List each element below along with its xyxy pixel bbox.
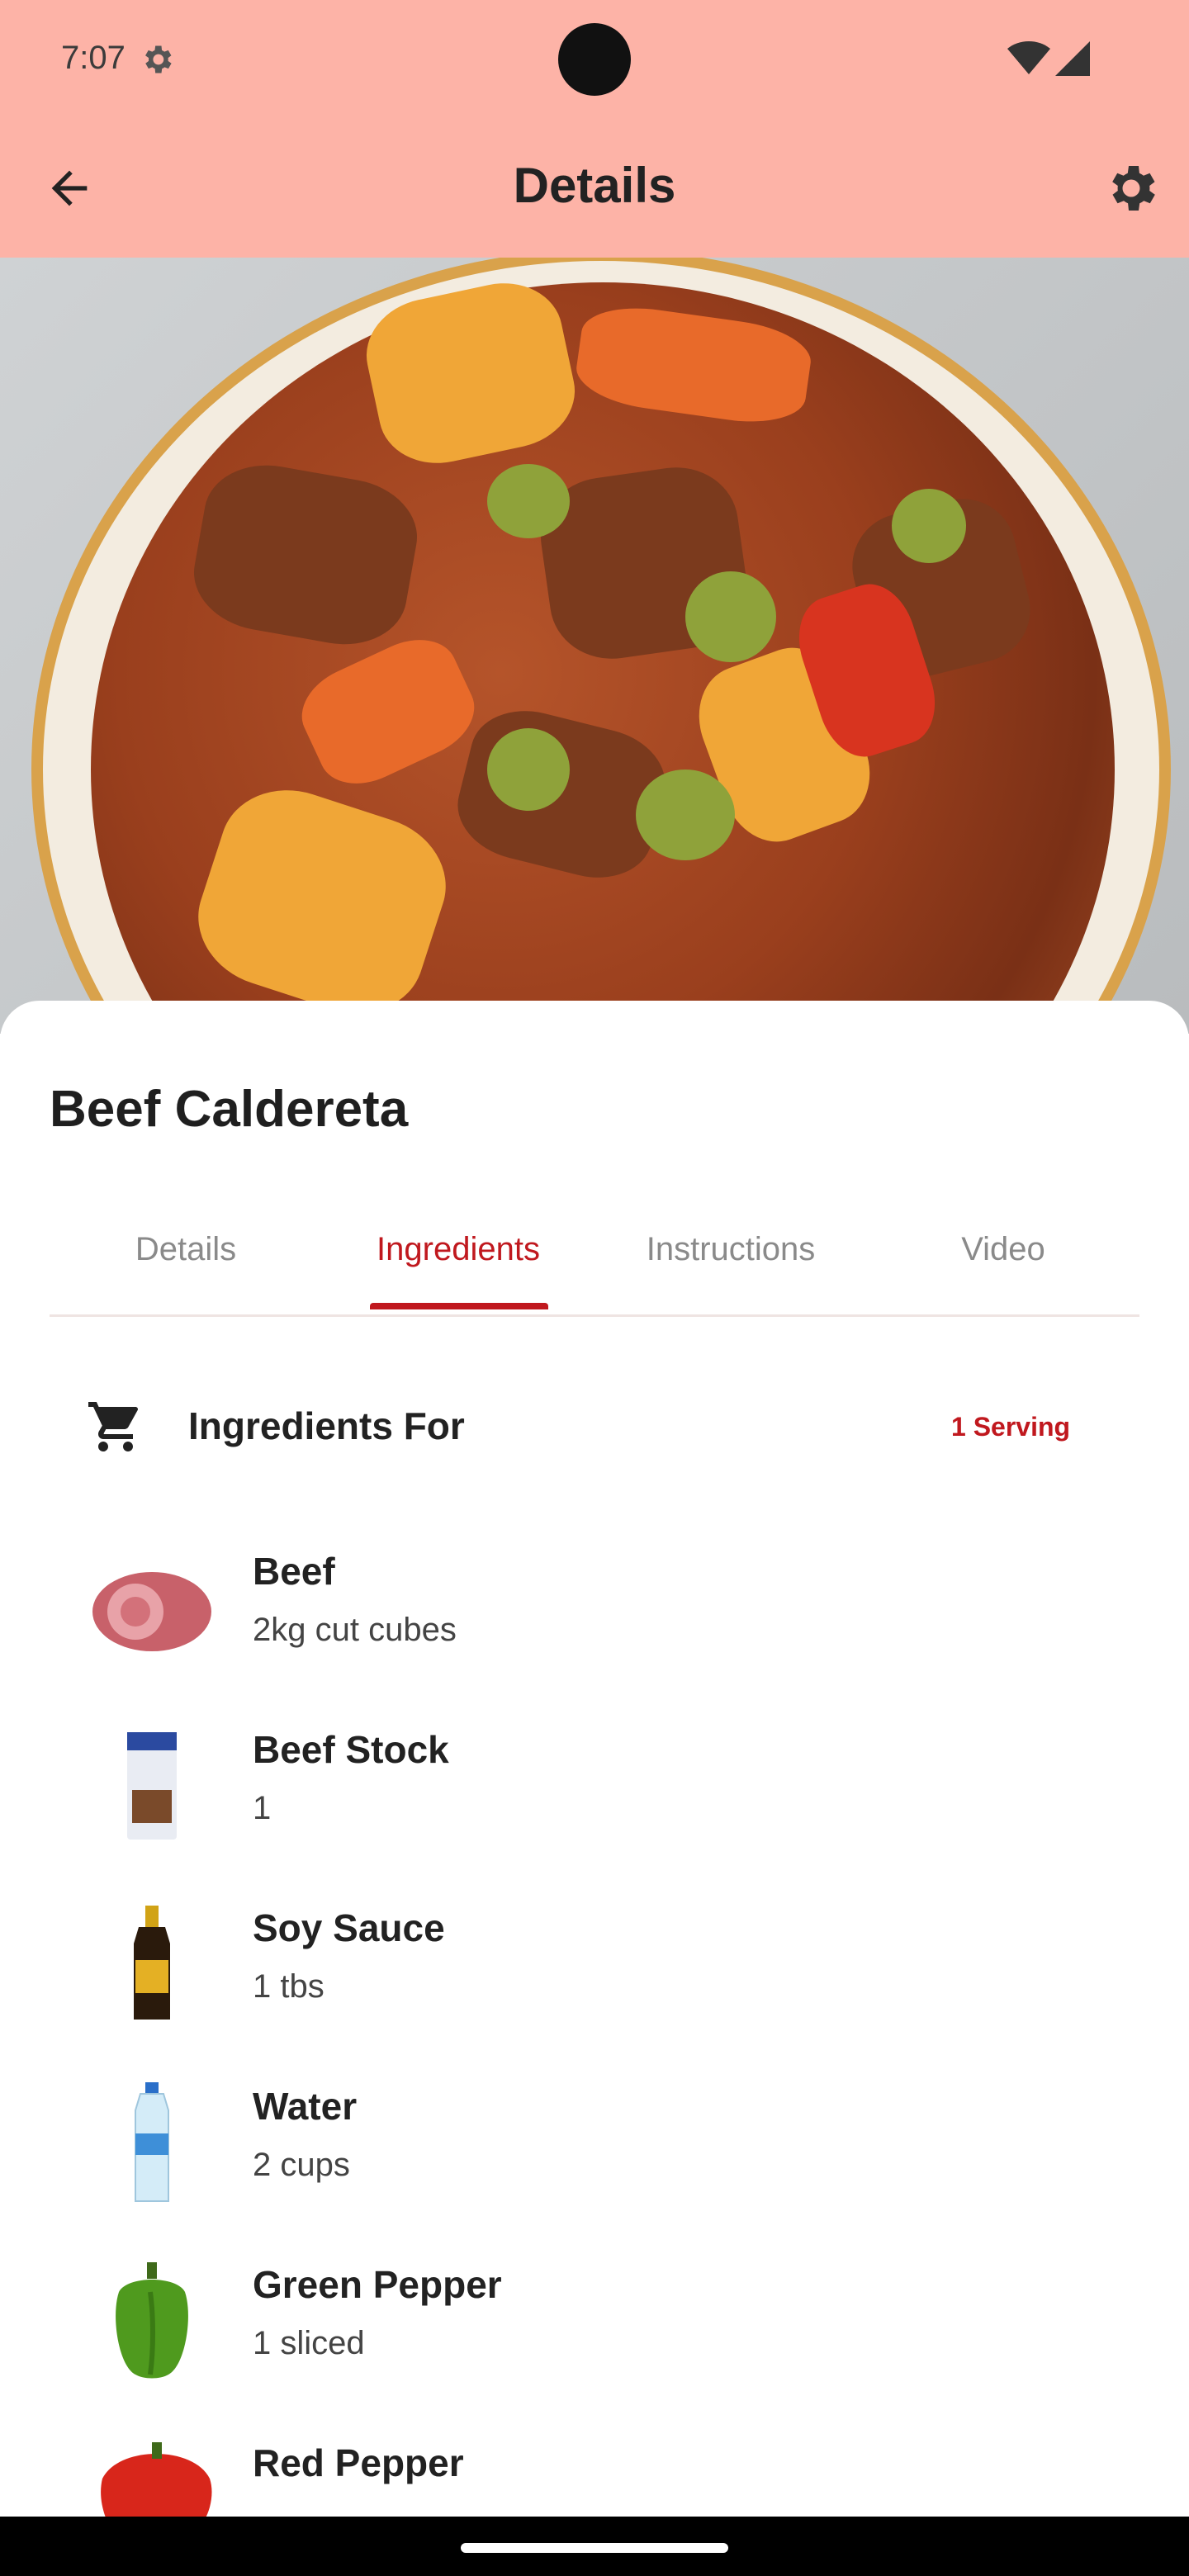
details-sheet: Beef Caldereta Details Ingredients Instr…	[0, 1001, 1189, 2520]
status-time: 7:07	[61, 40, 126, 76]
ingredient-name: Water	[253, 2085, 358, 2128]
red-pepper-thumbnail	[101, 2442, 212, 2520]
ingredient-item[interactable]: Soy Sauce 1 tbs	[0, 1902, 1189, 2067]
signal-icon	[1055, 41, 1090, 76]
tab-details[interactable]: Details	[50, 1204, 322, 1295]
ingredient-name: Soy Sauce	[253, 1906, 445, 1949]
ingredient-item[interactable]: Water 2 cups	[0, 2081, 1189, 2246]
tab-bar: Details Ingredients Instructions Video	[50, 1224, 1139, 1317]
wifi-icon	[1007, 41, 1050, 74]
water-bottle-thumbnail	[135, 2082, 169, 2202]
green-pepper-thumbnail	[116, 2262, 188, 2379]
home-gesture-handle[interactable]	[461, 2543, 728, 2553]
ingredient-quantity: 2 cups	[253, 2147, 350, 2183]
ingredient-quantity: 2kg cut cubes	[253, 1612, 457, 1648]
ingredient-item[interactable]: Beef 2kg cut cubes	[0, 1546, 1189, 1711]
system-navigation-bar	[0, 2517, 1189, 2576]
ingredient-quantity: 1 sliced	[253, 2325, 365, 2361]
recipe-hero-image	[0, 258, 1189, 1034]
tab-indicator	[370, 1303, 548, 1309]
ingredient-item[interactable]: Red Pepper	[0, 2437, 1189, 2520]
ingredient-name: Green Pepper	[253, 2263, 502, 2306]
ingredient-item[interactable]: Beef Stock 1	[0, 1724, 1189, 1889]
soy-sauce-thumbnail	[134, 1906, 170, 2020]
ingredient-item[interactable]: Green Pepper 1 sliced	[0, 2259, 1189, 2424]
recipe-name: Beef Caldereta	[50, 1081, 409, 1138]
beef-stock-thumbnail	[127, 1732, 177, 1840]
ingredient-name: Beef	[253, 1550, 335, 1593]
app-bar: 7:07 Details	[0, 0, 1189, 258]
ingredient-name: Beef Stock	[253, 1728, 449, 1771]
page-title: Details	[513, 158, 676, 213]
tab-ingredients[interactable]: Ingredients	[322, 1204, 594, 1295]
serving-size[interactable]: 1 Serving	[951, 1412, 1070, 1442]
ingredient-quantity: 1	[253, 1790, 272, 1826]
shopping-cart-icon	[88, 1402, 138, 1451]
ingredient-quantity: 1 tbs	[253, 1968, 324, 2005]
ingredient-name: Red Pepper	[253, 2441, 464, 2484]
status-settings-icon	[145, 45, 172, 73]
beef-thumbnail	[92, 1572, 211, 1651]
settings-gear-icon[interactable]	[1101, 159, 1161, 218]
ingredients-header: Ingredients For 1 Serving	[0, 1397, 1189, 1480]
camera-cutout	[558, 23, 631, 96]
tab-instructions[interactable]: Instructions	[594, 1204, 867, 1295]
tab-video[interactable]: Video	[867, 1204, 1139, 1295]
ingredients-for-label: Ingredients For	[188, 1404, 465, 1447]
